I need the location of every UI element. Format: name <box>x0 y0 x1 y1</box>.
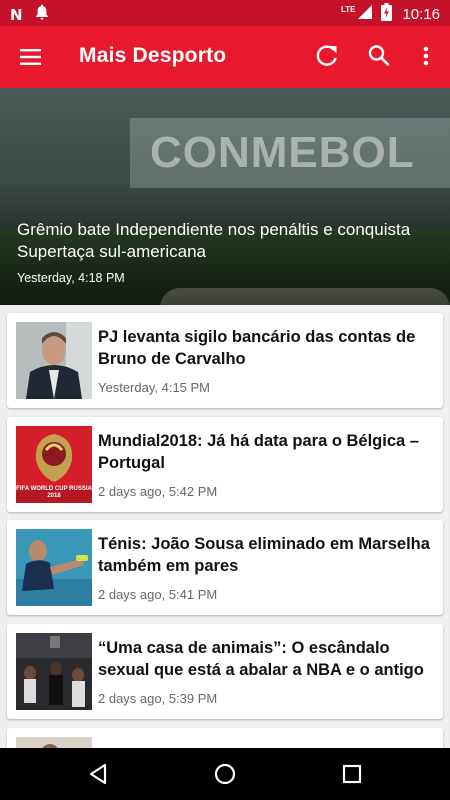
article-thumbnail <box>16 322 92 399</box>
n-app-icon: N <box>10 5 23 24</box>
article-thumbnail <box>16 633 92 710</box>
signal-icon <box>357 4 373 24</box>
article-title: Ténis: João Sousa eliminado em Marselha … <box>98 535 430 575</box>
refresh-icon[interactable] <box>313 42 341 70</box>
article-title: “Uma casa de animais”: O escândalo sexua… <box>98 639 424 679</box>
article-card[interactable]: Ténis: João Sousa eliminado em Marselha … <box>7 520 443 615</box>
featured-story-time: Yesterday, 4:18 PM <box>17 271 125 285</box>
menu-icon[interactable] <box>16 43 46 71</box>
featured-story[interactable]: CONMEBOL Grêmio bate Independiente nos p… <box>0 88 450 305</box>
back-icon[interactable] <box>86 762 110 786</box>
more-vert-icon[interactable] <box>413 42 439 70</box>
search-icon[interactable] <box>365 42 393 70</box>
article-time: 2 days ago, 5:39 PM <box>98 691 218 706</box>
article-card[interactable]: FIFA WORLD CUP RUSSIA 2018 Mundial2018: … <box>7 417 443 512</box>
app-bar: Mais Desporto <box>0 26 450 88</box>
article-card[interactable]: PJ levanta sigilo bancário das contas de… <box>7 313 443 408</box>
bell-icon <box>35 4 49 25</box>
status-bar: N LTE 10:16 <box>0 0 450 26</box>
article-time: 2 days ago, 5:41 PM <box>98 587 218 602</box>
battery-charging-icon <box>381 3 393 25</box>
home-icon[interactable] <box>213 762 237 786</box>
article-thumbnail <box>16 529 92 606</box>
article-card[interactable]: “Uma casa de animais”: O escândalo sexua… <box>7 624 443 719</box>
featured-story-title: Grêmio bate Independiente nos penáltis e… <box>17 220 411 261</box>
navigation-bar <box>0 748 450 800</box>
article-title: Mundial2018: Já há data para o Bélgica –… <box>98 432 419 472</box>
article-time: Yesterday, 4:15 PM <box>98 380 211 395</box>
hero-image-background-text: CONMEBOL <box>150 128 415 177</box>
app-title: Mais Desporto <box>79 44 227 67</box>
recents-icon[interactable] <box>340 762 364 786</box>
lte-label: LTE <box>340 5 356 14</box>
article-thumbnail: FIFA WORLD CUP RUSSIA 2018 <box>16 426 92 503</box>
article-title: PJ levanta sigilo bancário das contas de… <box>98 328 416 368</box>
thumbnail-caption: FIFA WORLD CUP RUSSIA 2018 <box>16 486 92 499</box>
article-time: 2 days ago, 5:42 PM <box>98 484 218 499</box>
clock: 10:16 <box>402 5 440 23</box>
